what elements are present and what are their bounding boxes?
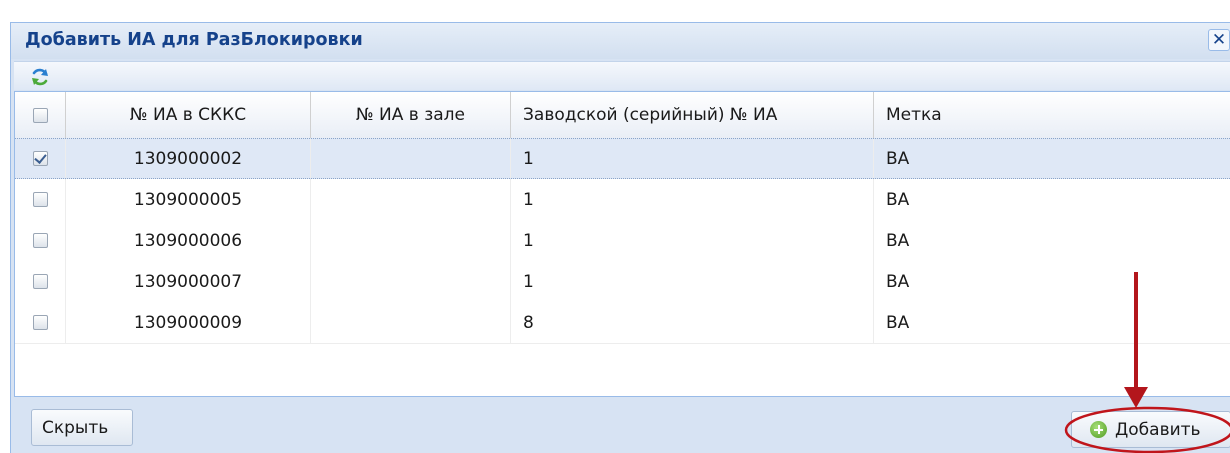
table-row[interactable]: 1309000009 8 ВА xyxy=(15,302,1230,344)
grid-toolbar xyxy=(14,61,1230,90)
cell-serial: 1 xyxy=(511,220,874,261)
grid-header: № ИА в СККС № ИА в зале Заводской (серий… xyxy=(15,92,1230,139)
ia-grid: № ИА в СККС № ИА в зале Заводской (серий… xyxy=(14,91,1230,397)
row-select-cell[interactable] xyxy=(15,302,66,343)
table-row[interactable]: 1309000002 1 ВА xyxy=(15,138,1230,179)
cell-hall xyxy=(311,261,511,302)
cell-sccs: 1309000002 xyxy=(66,139,311,178)
hide-button[interactable]: Скрыть xyxy=(31,409,133,446)
cell-mark: ВА xyxy=(886,230,910,251)
table-row[interactable]: 1309000006 1 ВА xyxy=(15,220,1230,262)
cell-serial: 1 xyxy=(511,139,874,178)
dialog-title: Добавить ИА для РазБлокировки xyxy=(25,30,363,50)
close-button[interactable]: ✕ xyxy=(1208,29,1230,51)
header-sccs[interactable]: № ИА в СККС xyxy=(66,92,311,138)
select-all-checkbox[interactable] xyxy=(32,107,48,123)
table-row[interactable]: 1309000005 1 ВА xyxy=(15,179,1230,221)
cell-sccs: 1309000005 xyxy=(66,179,311,220)
close-icon: ✕ xyxy=(1211,30,1227,50)
row-checkbox[interactable] xyxy=(32,274,48,289)
cell-sccs: 1309000006 xyxy=(66,220,311,261)
cell-hall xyxy=(311,302,511,343)
row-select-cell[interactable] xyxy=(15,261,66,302)
cell-hall xyxy=(311,179,511,220)
plus-icon xyxy=(1090,421,1107,438)
cell-mark: ВА xyxy=(886,148,910,169)
dialog-footer: Скрыть Добавить xyxy=(11,397,1230,453)
row-checkbox[interactable] xyxy=(32,192,48,207)
cell-hall xyxy=(311,220,511,261)
cell-sccs: 1309000007 xyxy=(66,261,311,302)
add-ia-dialog: Добавить ИА для РазБлокировки ✕ № ИА в С… xyxy=(10,22,1230,453)
cell-hall xyxy=(311,139,511,178)
cell-mark: ВА xyxy=(886,312,910,333)
cell-serial: 8 xyxy=(511,302,874,343)
header-hall[interactable]: № ИА в зале xyxy=(311,92,511,138)
cell-serial: 1 xyxy=(511,261,874,302)
cell-sccs: 1309000009 xyxy=(66,302,311,343)
header-serial[interactable]: Заводской (серийный) № ИА xyxy=(511,92,874,138)
header-mark[interactable]: Метка xyxy=(874,92,1230,138)
cell-serial: 1 xyxy=(511,179,874,220)
row-checkbox[interactable] xyxy=(32,233,48,248)
row-checkbox[interactable] xyxy=(32,151,48,166)
cell-mark: ВА xyxy=(886,189,910,210)
header-select-all[interactable] xyxy=(15,92,66,138)
row-select-cell[interactable] xyxy=(15,220,66,261)
refresh-icon[interactable] xyxy=(29,66,51,88)
cell-mark: ВА xyxy=(886,271,910,292)
row-select-cell[interactable] xyxy=(15,179,66,220)
table-row[interactable]: 1309000007 1 ВА xyxy=(15,261,1230,303)
row-select-cell[interactable] xyxy=(15,139,66,178)
row-checkbox[interactable] xyxy=(32,315,48,330)
dialog-titlebar[interactable]: Добавить ИА для РазБлокировки ✕ xyxy=(11,23,1230,59)
add-button[interactable]: Добавить xyxy=(1071,411,1230,448)
